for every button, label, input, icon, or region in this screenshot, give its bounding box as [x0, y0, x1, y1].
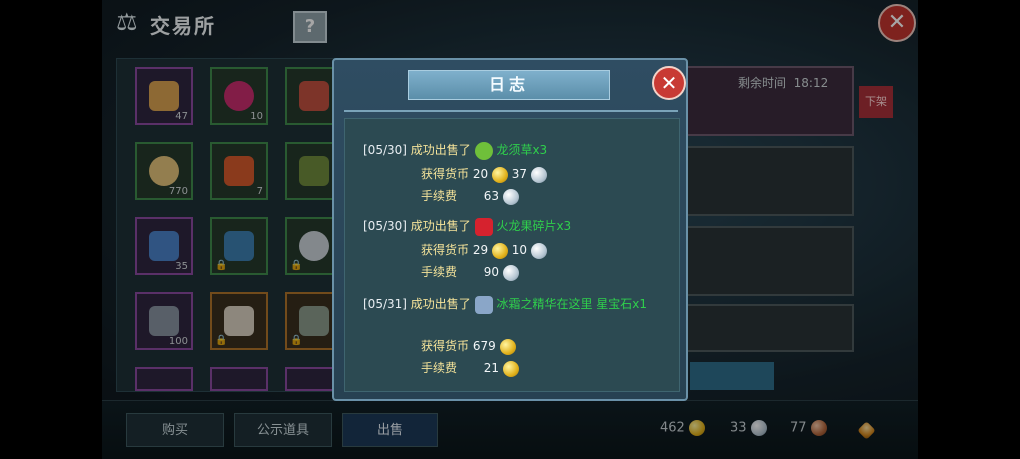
- earn-label: 获得货币: [421, 339, 470, 353]
- gold-coin-icon: [491, 242, 508, 259]
- silver-coin-icon: [530, 242, 547, 259]
- ice-item-icon: [474, 295, 493, 314]
- dialog-title-bar: 日志: [408, 70, 610, 100]
- entry-action: 成功出售了: [410, 219, 471, 233]
- silver-coin-icon: [502, 188, 519, 205]
- log-list[interactable]: [05/30] 成功出售了 龙须草x3 获得货币 20 37 手续费 63 [0…: [344, 118, 680, 392]
- entry-item: 冰霜之精华在这里 星宝石x1: [496, 297, 648, 311]
- gold-coin-icon: [499, 338, 516, 355]
- silver-coin-icon: [502, 264, 519, 281]
- earn-label: 获得货币: [421, 167, 470, 181]
- entry-earn-row: 获得货币 29 10: [421, 241, 547, 259]
- earn-silver-value: 10: [511, 243, 528, 257]
- entry-item: 龙须草x3: [496, 143, 548, 157]
- fee-value: 21: [483, 361, 499, 375]
- entry-date: [05/30]: [363, 143, 407, 157]
- log-entry: [05/31] 成功出售了 冰霜之精华在这里 星宝石x1: [363, 295, 663, 314]
- red-fruit-item-icon: [474, 217, 493, 236]
- earn-gold-value: 29: [472, 243, 489, 257]
- earn-label: 获得货币: [421, 243, 470, 257]
- dialog-title: 日志: [488, 75, 529, 94]
- game-screen: ⚖ 交易所 ? ✕ 47 10 770 7 4 35: [0, 0, 1020, 459]
- log-entry: [05/30] 成功出售了 火龙果碎片x3: [363, 217, 571, 236]
- entry-item: 火龙果碎片x3: [496, 219, 572, 233]
- entry-fee-row: 手续费 90: [421, 263, 519, 281]
- entry-fee-row: 手续费 63: [421, 187, 519, 205]
- earn-gold-value: 20: [472, 167, 489, 181]
- entry-earn-row: 获得货币 20 37: [421, 165, 547, 183]
- entry-date: [05/31]: [363, 297, 407, 311]
- fee-value: 90: [483, 265, 499, 279]
- fee-value: 63: [483, 189, 499, 203]
- entry-fee-row: 手续费 21: [421, 359, 519, 377]
- fee-label: 手续费: [421, 361, 458, 375]
- letterbox-left: [0, 0, 102, 459]
- entry-earn-row: 获得货币 679: [421, 337, 516, 355]
- close-dialog-button[interactable]: ✕: [652, 66, 686, 100]
- log-entry: [05/30] 成功出售了 龙须草x3: [363, 141, 547, 160]
- fee-label: 手续费: [421, 265, 458, 279]
- fee-label: 手续费: [421, 189, 458, 203]
- entry-action: 成功出售了: [410, 297, 471, 311]
- divider: [344, 110, 678, 112]
- silver-coin-icon: [530, 166, 547, 183]
- letterbox-right: [918, 0, 1020, 459]
- gold-coin-icon: [502, 360, 519, 377]
- entry-action: 成功出售了: [410, 143, 471, 157]
- grass-item-icon: [474, 141, 493, 160]
- earn-gold-value: 679: [472, 339, 496, 353]
- log-dialog: ❖ ❖ 日志 ✕ [05/30] 成功出售了 龙须草x3 获得货币 20 37: [332, 58, 688, 401]
- earn-silver-value: 37: [511, 167, 528, 181]
- entry-date: [05/30]: [363, 219, 407, 233]
- gold-coin-icon: [491, 166, 508, 183]
